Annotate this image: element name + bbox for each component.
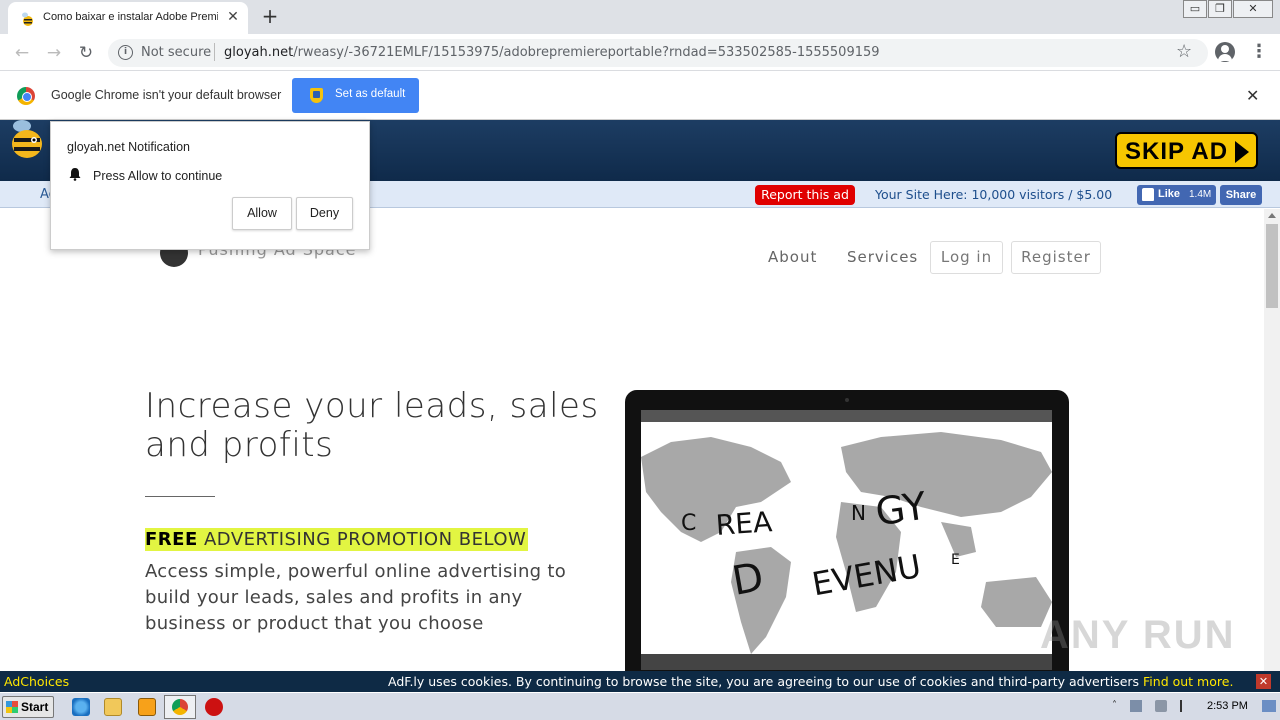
- hero-divider: [145, 496, 215, 497]
- chrome-taskbar-icon: [172, 699, 188, 715]
- svg-text:N: N: [851, 501, 866, 525]
- page-scrollbar[interactable]: [1264, 209, 1280, 671]
- svg-text:C: C: [681, 511, 696, 536]
- deny-button[interactable]: Deny: [296, 197, 353, 230]
- minimize-window-button[interactable]: ▭: [1183, 0, 1207, 18]
- bee-logo-icon: [12, 120, 42, 158]
- laptop-screen-bottom: [641, 654, 1052, 670]
- url-path: /rweasy/-36721EMLF/15153975/adobrepremie…: [293, 45, 880, 60]
- windows-flag-icon: [6, 701, 18, 713]
- media-player-icon[interactable]: [138, 698, 156, 716]
- nav-services-link[interactable]: Services: [847, 248, 918, 266]
- like-count: 1.4M: [1189, 189, 1212, 200]
- tray-clock[interactable]: 2:53 PM: [1207, 700, 1248, 712]
- allow-button[interactable]: Allow: [232, 197, 292, 230]
- forward-arrow-icon[interactable]: →: [42, 41, 66, 65]
- scroll-up-arrow-icon[interactable]: [1268, 213, 1276, 218]
- promo-rest-text: ADVERTISING PROMOTION BELOW: [197, 529, 527, 550]
- like-label: Like: [1158, 188, 1181, 200]
- back-arrow-icon[interactable]: ←: [10, 41, 34, 65]
- browser-toolbar: ← → ↻ i Not secure gloyah.net/rweasy/-36…: [0, 34, 1280, 71]
- taskbar-chrome-button[interactable]: [164, 695, 196, 719]
- advertise-link[interactable]: Your Site Here: 10,000 visitors / $5.00: [875, 187, 1112, 202]
- chrome-logo-icon: [17, 87, 35, 105]
- infobar-close-icon[interactable]: ✕: [1246, 86, 1259, 105]
- tray-expand-icon[interactable]: ˄: [1112, 700, 1124, 712]
- tab-close-icon[interactable]: ✕: [224, 8, 242, 26]
- network-tray-icon[interactable]: [1130, 700, 1142, 712]
- register-button[interactable]: Register: [1011, 241, 1101, 274]
- hero-headline: Increase your leads, sales and profits: [145, 386, 599, 465]
- laptop-screen-bar: [641, 410, 1052, 422]
- volume-tray-icon[interactable]: [1155, 700, 1167, 712]
- url-separator: [214, 43, 215, 61]
- opera-stop-icon[interactable]: [205, 698, 223, 716]
- infobar-message: Google Chrome isn't your default browser: [51, 88, 282, 102]
- address-bar[interactable]: i Not secure gloyah.net/rweasy/-36721EML…: [108, 39, 1208, 67]
- skip-ad-label: SKIP AD: [1125, 138, 1229, 165]
- notification-title: gloyah.net Notification: [67, 140, 190, 154]
- svg-text:GY: GY: [873, 484, 930, 535]
- notification-permission-popup: gloyah.net Notification Press Allow to c…: [50, 121, 370, 250]
- cookie-close-icon[interactable]: ✕: [1256, 674, 1271, 689]
- svg-text:REA: REA: [715, 505, 773, 542]
- laptop-screen: C REA N GY D EVENU E: [641, 422, 1052, 654]
- url-text[interactable]: gloyah.net/rweasy/-36721EMLF/15153975/ad…: [224, 45, 880, 60]
- start-button[interactable]: Start: [2, 696, 54, 718]
- promo-free-text: FREE: [145, 529, 198, 550]
- uac-shield-icon: [310, 88, 323, 103]
- start-label: Start: [21, 700, 49, 714]
- chrome-menu-icon[interactable]: ⋮: [1250, 41, 1268, 63]
- hero-description: Access simple, powerful online advertisi…: [145, 561, 567, 634]
- new-tab-button[interactable]: +: [258, 5, 282, 29]
- set-as-default-label: Set as default: [335, 88, 406, 100]
- bookmark-star-icon[interactable]: ☆: [1176, 41, 1192, 62]
- cookie-text: AdF.ly uses cookies. By continuing to br…: [388, 674, 1144, 689]
- find-out-more-link[interactable]: Find out more.: [1143, 674, 1233, 689]
- world-map-image: C REA N GY D EVENU E: [641, 432, 1052, 654]
- laptop-mockup: C REA N GY D EVENU E: [625, 390, 1069, 671]
- bell-icon: [69, 168, 81, 181]
- thumbs-up-icon: [1142, 188, 1154, 201]
- cookie-notice: AdF.ly uses cookies. By continuing to br…: [388, 674, 1233, 689]
- facebook-like-button[interactable]: Like 1.4M: [1137, 185, 1216, 205]
- nav-about-link[interactable]: About: [768, 248, 817, 266]
- action-center-flag-icon[interactable]: [1180, 700, 1192, 712]
- svg-text:E: E: [951, 552, 960, 568]
- bee-favicon-icon: [22, 12, 33, 26]
- default-browser-infobar: Google Chrome isn't your default browser…: [0, 71, 1280, 120]
- internet-explorer-icon[interactable]: [72, 698, 90, 716]
- report-ad-button[interactable]: Report this ad: [755, 185, 855, 205]
- info-icon[interactable]: i: [118, 45, 133, 60]
- close-window-button[interactable]: ✕: [1233, 0, 1273, 18]
- facebook-share-button[interactable]: Share: [1220, 185, 1262, 205]
- page-content: Pushing Ad Space About Services Log in R…: [0, 209, 1264, 671]
- not-secure-label: Not secure: [141, 45, 212, 60]
- restore-window-button[interactable]: ❐: [1208, 0, 1232, 18]
- tab-title: Como baixar e instalar Adobe Premie: [43, 11, 218, 23]
- show-desktop-icon[interactable]: [1262, 700, 1276, 712]
- cookie-bar: AdChoices AdF.ly uses cookies. By contin…: [0, 671, 1280, 692]
- browser-tab[interactable]: Como baixar e instalar Adobe Premie ✕: [8, 2, 248, 34]
- laptop-camera: [845, 398, 849, 402]
- tab-strip: Como baixar e instalar Adobe Premie ✕ + …: [0, 0, 1280, 34]
- url-host: gloyah.net: [224, 45, 294, 60]
- windows-taskbar: Start ˄ 2:53 PM: [0, 692, 1280, 720]
- file-explorer-icon[interactable]: [104, 698, 122, 716]
- notification-message: Press Allow to continue: [93, 169, 223, 183]
- login-button[interactable]: Log in: [930, 241, 1003, 274]
- profile-avatar-icon[interactable]: [1215, 42, 1235, 62]
- scroll-thumb[interactable]: [1266, 224, 1278, 308]
- skip-ad-button[interactable]: SKIP AD: [1115, 132, 1258, 169]
- adchoices-link[interactable]: AdChoices: [4, 674, 69, 689]
- reload-icon[interactable]: ↻: [74, 41, 98, 65]
- anyrun-watermark: ANY RUN: [1040, 613, 1236, 657]
- skip-arrow-icon: [1235, 141, 1249, 163]
- set-as-default-button[interactable]: Set as default: [292, 78, 419, 113]
- promo-highlight: FREE ADVERTISING PROMOTION BELOW: [145, 528, 529, 551]
